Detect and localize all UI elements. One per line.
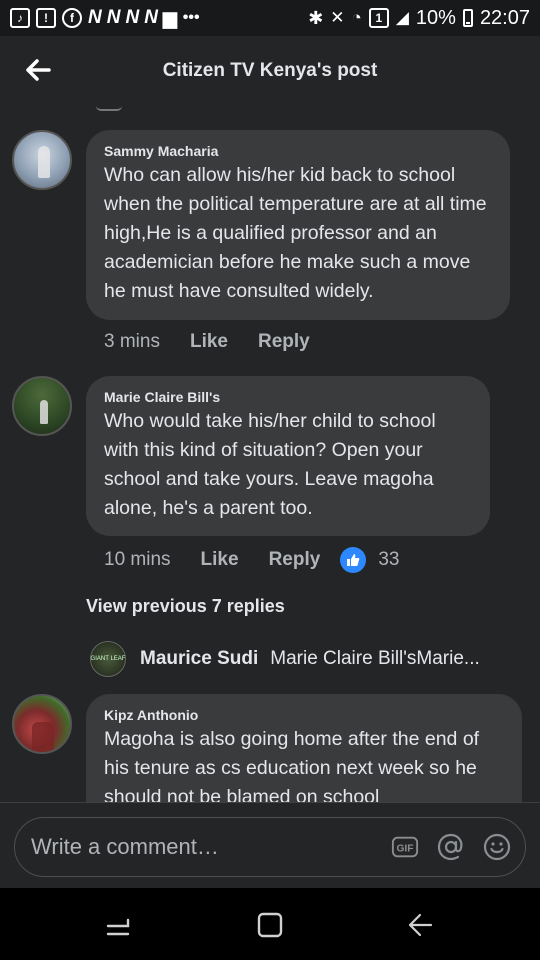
comment-author[interactable]: Marie Claire Bill's xyxy=(104,389,472,405)
comment-text: Who would take his/her child to school w… xyxy=(104,410,436,519)
comment-placeholder: Write a comment… xyxy=(31,834,219,859)
facebook-icon: f xyxy=(62,8,82,28)
like-button[interactable]: Like xyxy=(190,331,228,353)
reaction-count: 33 xyxy=(378,549,400,570)
battery-icon xyxy=(462,9,473,27)
system-navigation-bar xyxy=(0,888,540,960)
back-nav-button[interactable] xyxy=(400,908,440,942)
comment-actions: 10 mins Like Reply 33 xyxy=(104,547,399,573)
thumbs-up-icon xyxy=(340,547,367,573)
more-notifications-icon: ••• xyxy=(182,9,200,26)
n-notification-icon: N xyxy=(144,7,158,28)
comment-text: Magoha is also going home after the end … xyxy=(104,728,480,802)
battery-percent: 10% xyxy=(415,6,456,29)
at-sign-icon xyxy=(437,833,463,861)
n-notification-icon: N xyxy=(106,7,121,28)
comment-author[interactable]: Kipz Anthonio xyxy=(104,707,504,723)
gif-button[interactable]: GIF xyxy=(391,833,419,861)
sim-icon: 1 xyxy=(368,8,389,28)
gif-icon: GIF xyxy=(391,836,419,858)
comment-bubble[interactable]: Sammy Macharia Who can allow his/her kid… xyxy=(86,130,510,320)
avatar[interactable]: GIANT LEAF xyxy=(90,641,126,677)
message-icon: ▆ xyxy=(162,7,177,28)
recent-apps-button[interactable] xyxy=(98,908,138,942)
status-bar: ♪ ! f N N N N ▆ ••• ✱ ✕ ◔ 1 ◢ 10% 22:07 xyxy=(0,0,540,36)
comment-composer-bar: Write a comment… GIF xyxy=(0,802,540,888)
comments-feed[interactable]: Sammy Macharia Who can allow his/her kid… xyxy=(0,106,540,802)
comment-time: 10 mins xyxy=(104,549,171,570)
reply-button[interactable]: Reply xyxy=(258,331,310,353)
avatar-photo xyxy=(40,400,48,424)
view-previous-replies-link[interactable]: View previous 7 replies xyxy=(86,596,285,617)
avatar[interactable] xyxy=(12,130,72,190)
home-icon xyxy=(257,912,283,938)
comment-actions: 3 mins Like Reply xyxy=(104,331,340,353)
mute-icon: ✕ xyxy=(330,8,345,27)
home-button[interactable] xyxy=(250,908,290,942)
alert-icon: ! xyxy=(36,8,56,28)
n-notification-icon: N xyxy=(125,7,139,28)
comment-author[interactable]: Sammy Macharia xyxy=(104,143,492,159)
avatar-photo xyxy=(32,722,54,752)
page-title: Citizen TV Kenya's post xyxy=(162,60,378,81)
avatar-photo xyxy=(38,146,50,178)
avatar[interactable] xyxy=(12,376,72,436)
clock: 22:07 xyxy=(479,6,530,29)
post-header: Citizen TV Kenya's post xyxy=(0,36,540,106)
emoji-icon xyxy=(483,833,511,861)
comment-text: Who can allow his/her kid back to school… xyxy=(104,164,487,302)
avatar[interactable] xyxy=(12,694,72,754)
avatar-logo-text: GIANT LEAF xyxy=(90,656,126,662)
comment-bubble[interactable]: Marie Claire Bill's Who would take his/h… xyxy=(86,376,490,536)
reply-author[interactable]: Maurice Sudi xyxy=(140,648,258,670)
reactions-summary[interactable]: 33 xyxy=(340,547,399,573)
mention-button[interactable] xyxy=(437,833,465,861)
previous-avatar-edge xyxy=(96,106,122,111)
comment-bubble[interactable]: Kipz Anthonio Magoha is also going home … xyxy=(86,694,522,802)
reply-button[interactable]: Reply xyxy=(269,549,321,571)
comment-time: 3 mins xyxy=(104,331,160,352)
signal-icon: ◢ xyxy=(395,8,409,27)
recent-apps-icon xyxy=(106,918,130,936)
n-notification-icon: N xyxy=(88,7,102,28)
svg-text:GIF: GIF xyxy=(396,844,413,855)
reply-preview[interactable]: GIANT LEAF Maurice Sudi Marie Claire Bil… xyxy=(90,641,480,677)
bluetooth-icon: ✱ xyxy=(308,7,324,28)
tiktok-icon: ♪ xyxy=(10,8,30,28)
notification-icons: ♪ ! f N N N N ▆ ••• xyxy=(10,7,200,29)
comment-input[interactable]: Write a comment… GIF xyxy=(14,817,526,877)
wifi-icon: ◔ xyxy=(351,8,362,27)
like-button[interactable]: Like xyxy=(201,549,239,571)
back-nav-icon xyxy=(408,913,433,937)
emoji-button[interactable] xyxy=(483,833,511,861)
reply-text: Marie Claire Bill'sMarie... xyxy=(270,648,480,669)
